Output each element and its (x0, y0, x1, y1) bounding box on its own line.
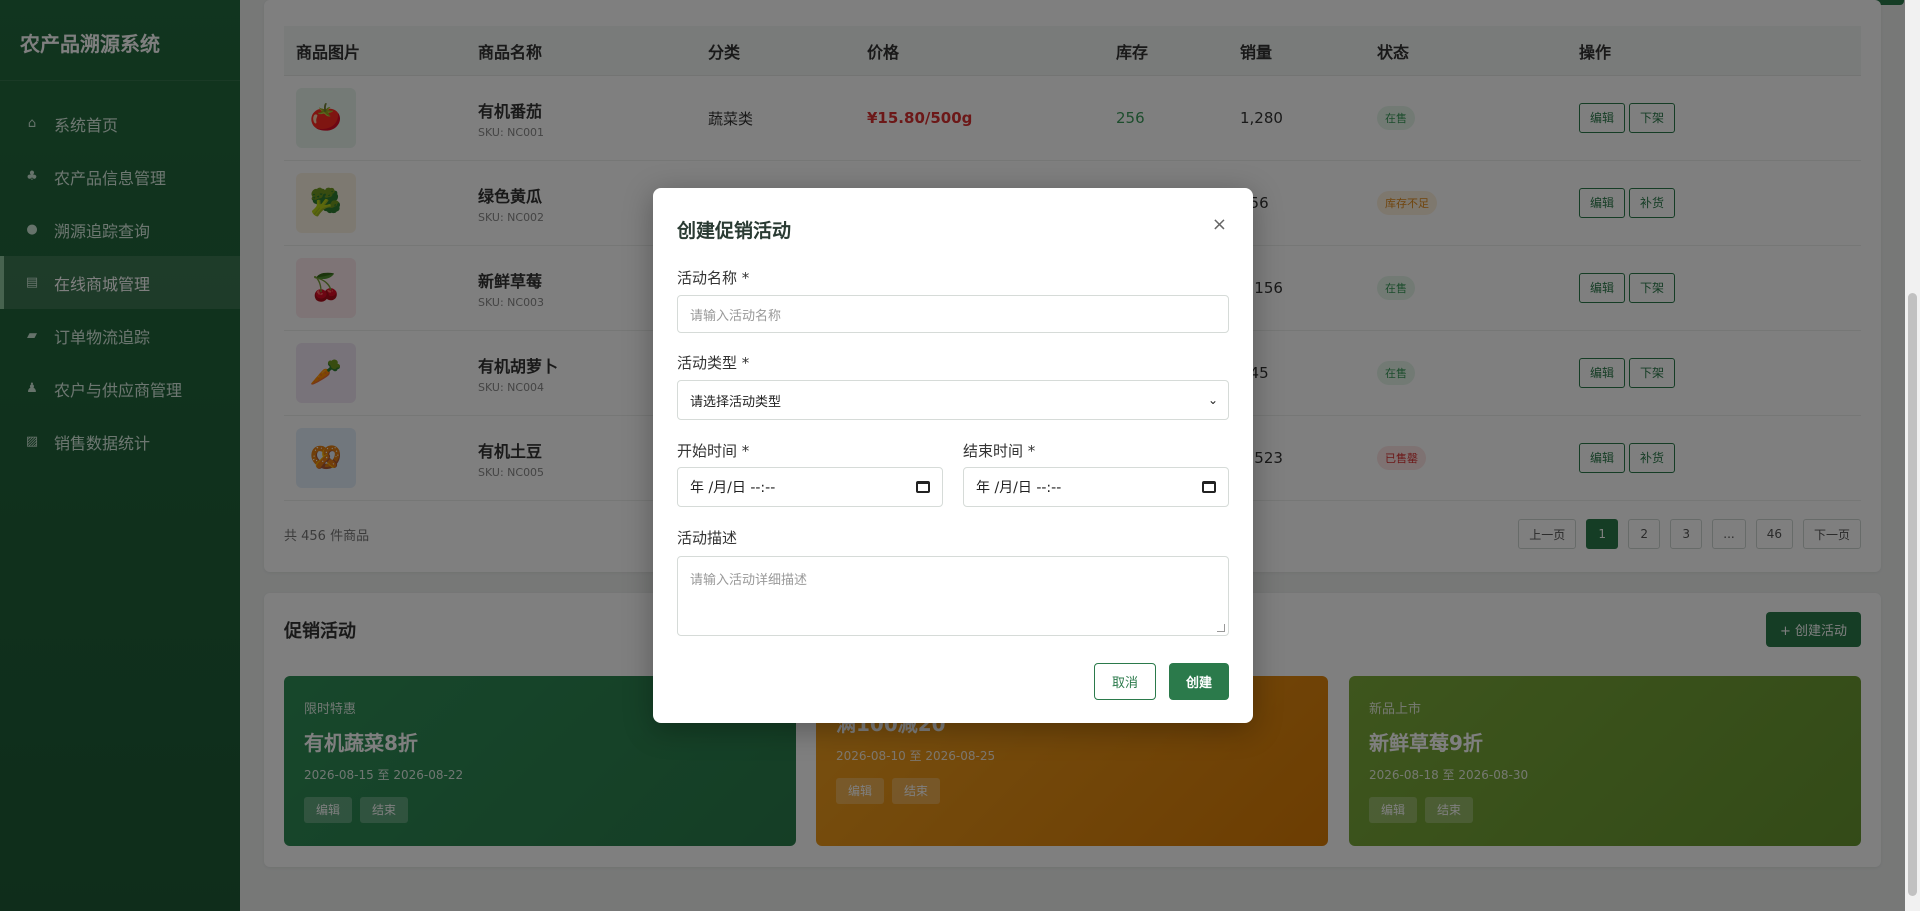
activity-name-label: 活动名称 * (677, 269, 750, 287)
create-promotion-modal: 创建促销活动 × 活动名称 * 请输入活动名称 活动类型 * 请选择活动类型 ⌄… (653, 188, 1253, 723)
chevron-down-icon: ⌄ (1207, 393, 1218, 407)
activity-name-input[interactable]: 请输入活动名称 (677, 295, 1229, 333)
end-time-input[interactable]: 年 /月/日 --:-- (963, 467, 1229, 507)
calendar-icon[interactable] (916, 481, 930, 493)
calendar-icon[interactable] (1202, 481, 1216, 493)
cancel-button[interactable]: 取消 (1094, 663, 1156, 700)
activity-type-label: 活动类型 * (677, 354, 750, 372)
close-icon[interactable]: × (1212, 214, 1227, 235)
description-textarea[interactable]: 请输入活动详细描述 (677, 556, 1229, 636)
page-scrollbar[interactable] (1905, 0, 1920, 911)
description-placeholder: 请输入活动详细描述 (690, 573, 808, 588)
start-time-input[interactable]: 年 /月/日 --:-- (677, 467, 943, 507)
modal-title: 创建促销活动 (677, 220, 792, 242)
end-time-label: 结束时间 * (963, 442, 1036, 460)
description-label: 活动描述 (677, 529, 738, 547)
start-time-value: 年 /月/日 --:-- (690, 480, 776, 496)
start-time-label: 开始时间 * (677, 442, 750, 460)
end-time-value: 年 /月/日 --:-- (976, 480, 1062, 496)
resize-handle-icon[interactable] (1217, 624, 1225, 632)
scrollbar-thumb[interactable] (1908, 293, 1917, 896)
activity-type-select[interactable]: 请选择活动类型 ⌄ (677, 380, 1229, 420)
create-button[interactable]: 创建 (1169, 663, 1229, 700)
activity-type-value: 请选择活动类型 (690, 394, 782, 410)
